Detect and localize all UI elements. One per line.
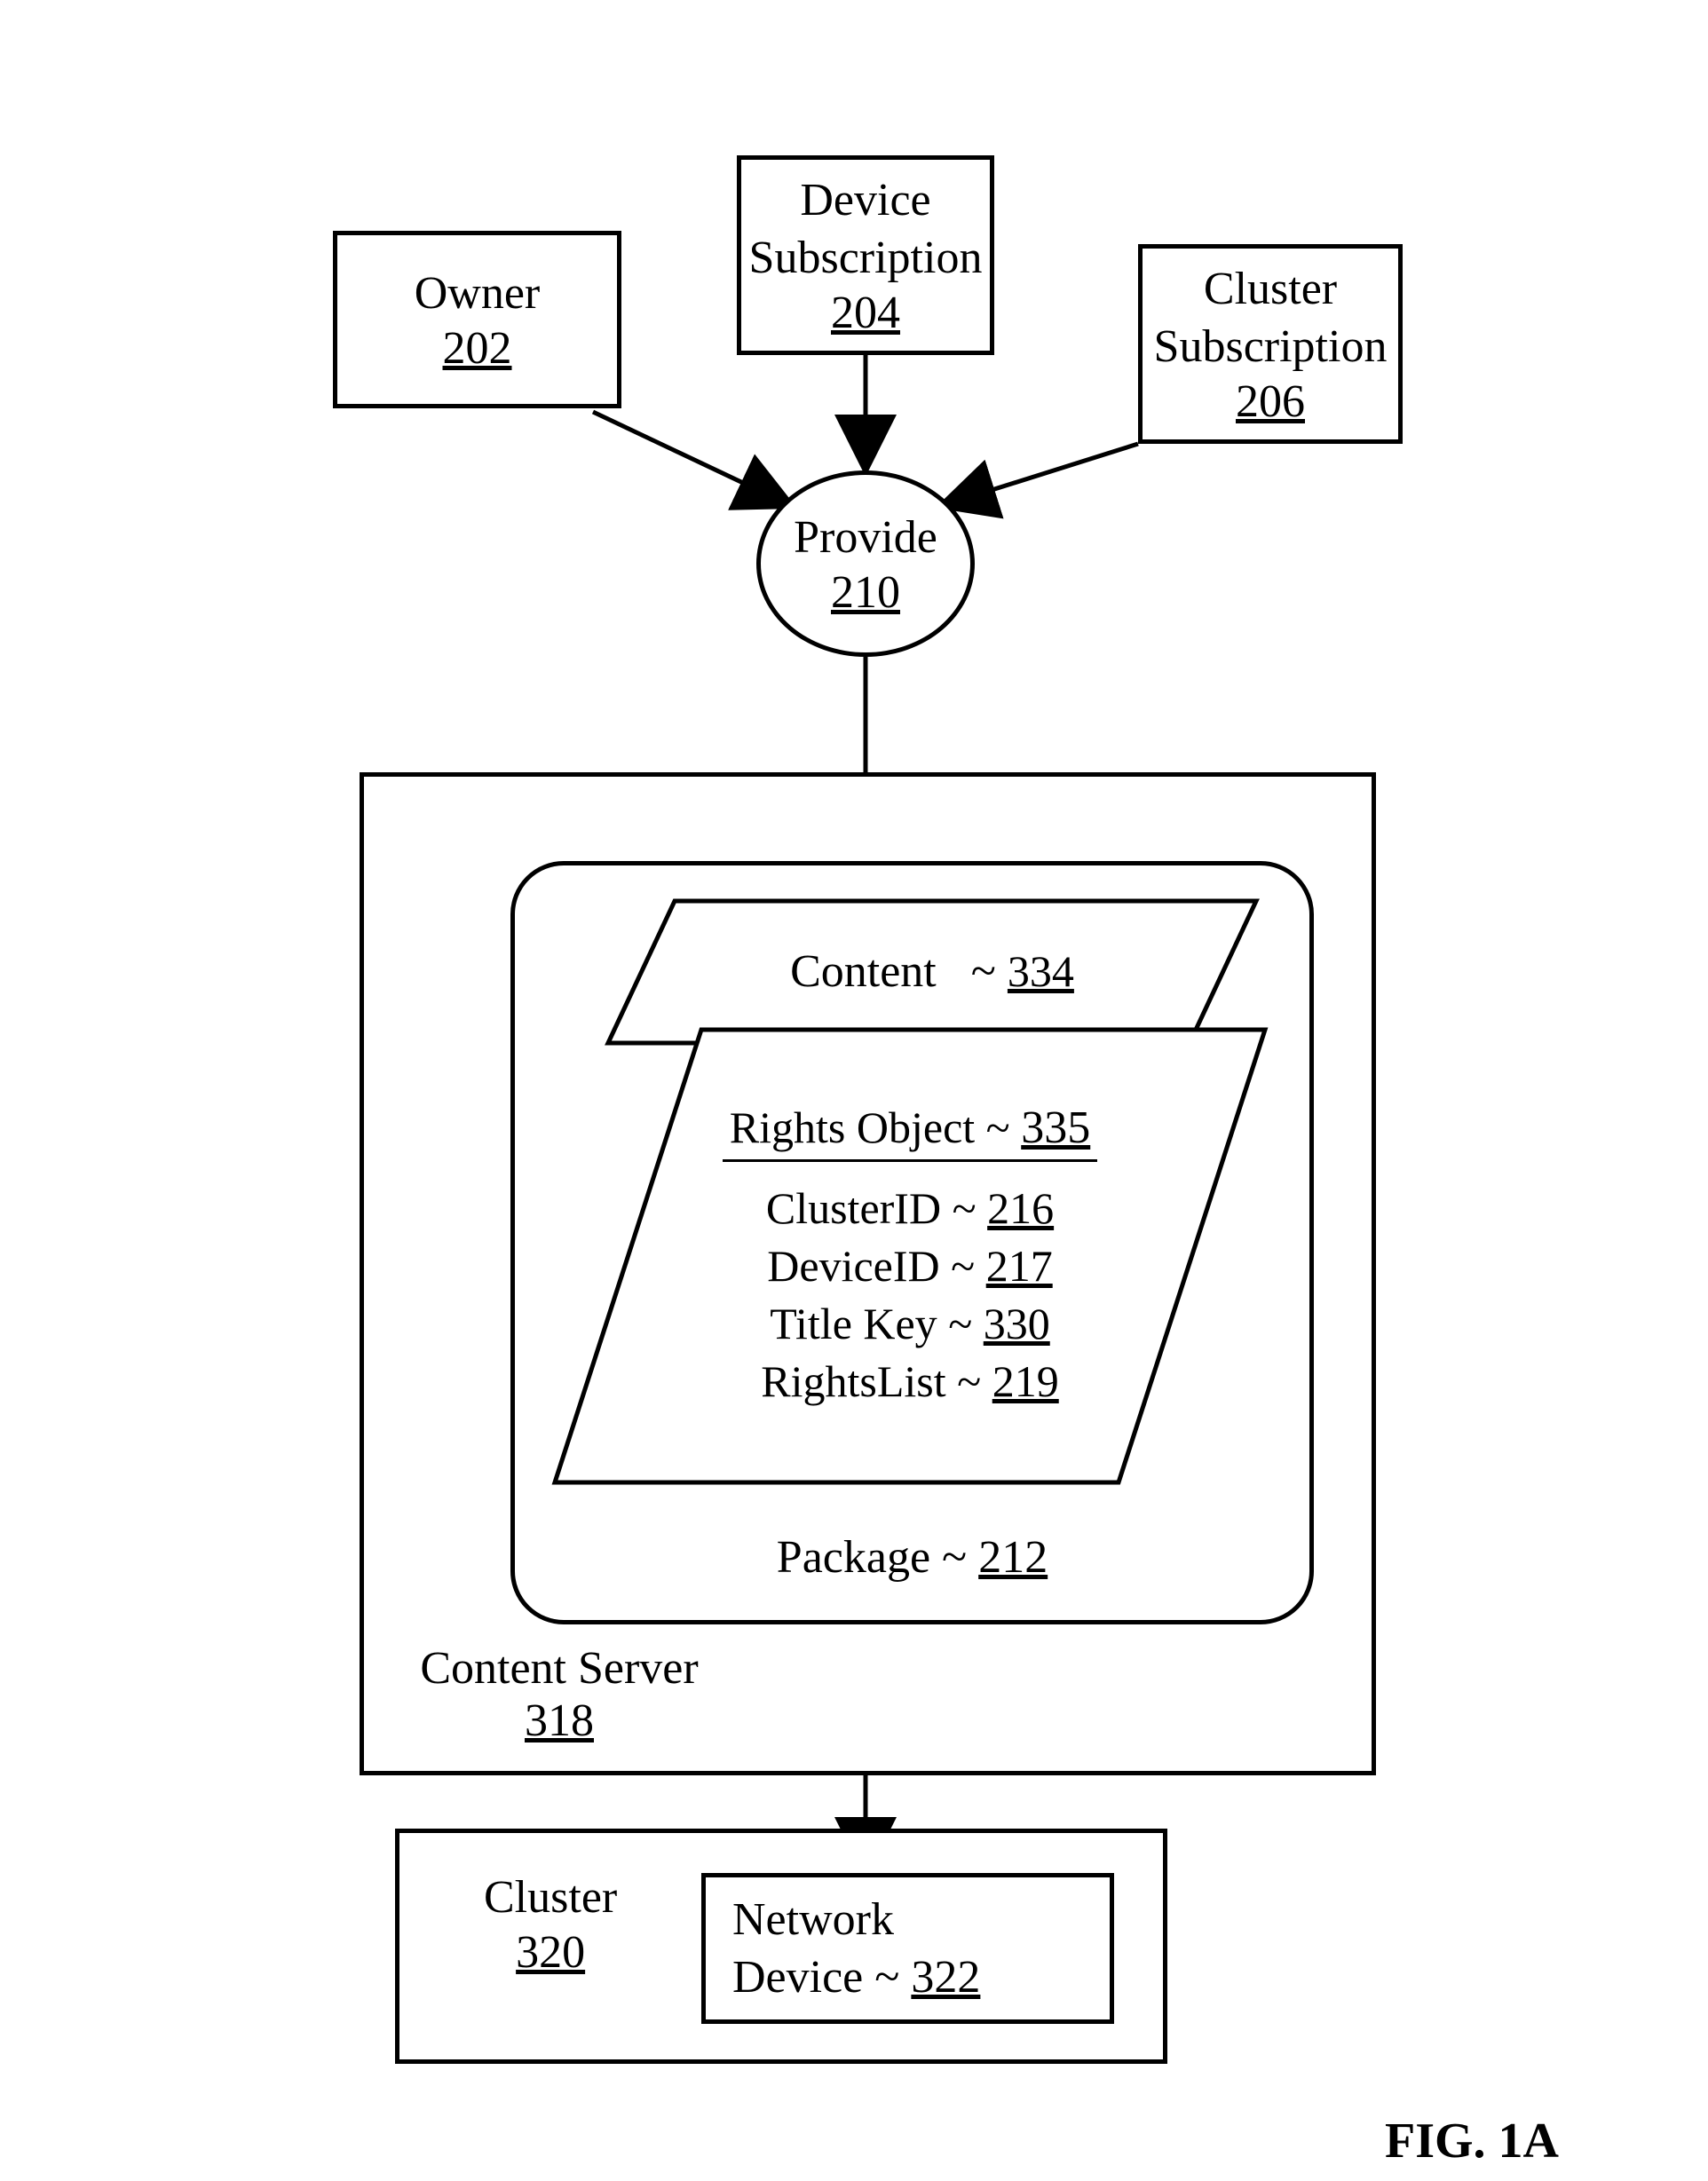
provide-ref: 210 — [831, 566, 900, 619]
diagram-canvas: Owner 202 Device Subscription 204 Cluste… — [0, 0, 1708, 2181]
package-ref: 212 — [978, 1532, 1048, 1583]
package-label-text: Package — [777, 1532, 930, 1583]
cluster-subscription-label: Cluster Subscription — [1154, 260, 1388, 375]
device-subscription-ref: 204 — [831, 287, 900, 339]
device-id-ref: 217 — [986, 1241, 1053, 1291]
rights-object-title: Rights Object ~ 335 — [723, 1102, 1097, 1162]
device-subscription-box: Device Subscription 204 — [737, 155, 994, 355]
figure-caption: FIG. 1A — [1385, 2113, 1559, 2169]
cluster-label: Cluster — [484, 1869, 617, 1926]
device-id-label: DeviceID — [767, 1241, 939, 1291]
cluster-id-ref: 216 — [987, 1183, 1054, 1233]
content-ref: 334 — [1008, 946, 1074, 996]
cluster-id-label: ClusterID — [766, 1183, 941, 1233]
cluster-subscription-ref: 206 — [1236, 375, 1305, 428]
rights-list-label: RightsList — [761, 1356, 945, 1406]
owner-label: Owner — [415, 265, 541, 322]
title-key-ref: 330 — [984, 1299, 1050, 1348]
rights-list-ref: 219 — [992, 1356, 1059, 1406]
cluster-ref: 320 — [484, 1926, 617, 1979]
owner-box: Owner 202 — [333, 231, 621, 408]
network-device-box: NetworkDevice ~ 322 — [701, 1873, 1114, 2024]
provide-label: Provide — [794, 509, 937, 566]
title-key-label: Title Key — [770, 1299, 937, 1348]
owner-ref: 202 — [443, 322, 512, 375]
content-label: Content — [790, 946, 937, 997]
device-subscription-label: Device Subscription — [749, 171, 983, 287]
provide-ellipse: Provide 210 — [756, 470, 975, 657]
content-server-label: Content Server — [395, 1642, 724, 1695]
rights-object-parallelogram: Rights Object ~ 335 ClusterID ~ 216 Devi… — [550, 1025, 1269, 1487]
content-server-ref: 318 — [395, 1695, 724, 1747]
cluster-subscription-box: Cluster Subscription 206 — [1138, 244, 1403, 444]
content-server-label-block: Content Server 318 — [395, 1642, 724, 1747]
